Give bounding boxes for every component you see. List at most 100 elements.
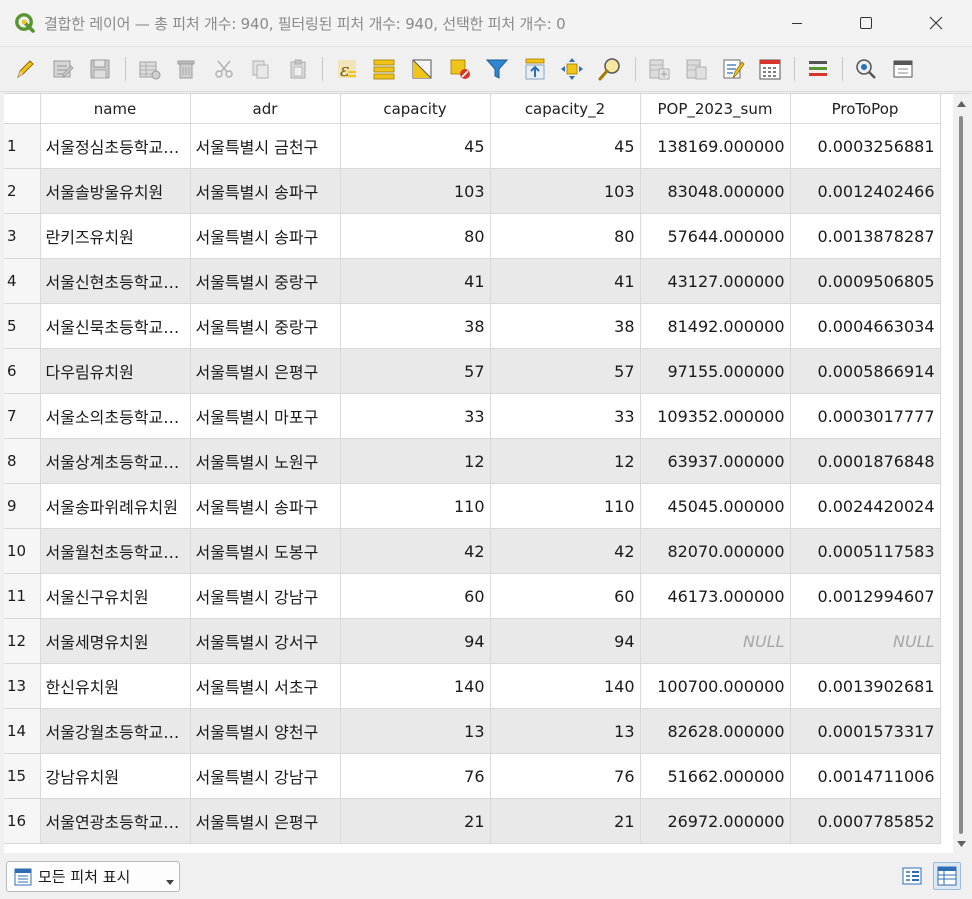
minimize-button[interactable] — [762, 0, 832, 46]
cell-name[interactable]: 서울정심초등학교병설유치원 — [40, 123, 191, 169]
row-number[interactable]: 3 — [4, 213, 41, 259]
row-number[interactable]: 12 — [4, 618, 41, 664]
cell-adr[interactable]: 서울특별시 은평구 — [190, 798, 341, 844]
cell-adr[interactable]: 서울특별시 양천구 — [190, 708, 341, 754]
cell-capacity-2[interactable]: 57 — [490, 348, 641, 394]
table-row[interactable]: 1서울정심초등학교병설유치원서울특별시 금천구4545138169.000000… — [4, 123, 941, 169]
cell-adr[interactable]: 서울특별시 송파구 — [190, 483, 341, 529]
table-row[interactable]: 14서울강월초등학교병설유치원서울특별시 양천구131382628.000000… — [4, 708, 941, 754]
cell-protopop[interactable]: 0.0007785852 — [790, 798, 941, 844]
cell-capacity[interactable]: 57 — [340, 348, 491, 394]
cell-protopop[interactable]: 0.0012994607 — [790, 573, 941, 619]
cell-capacity-2[interactable]: 80 — [490, 213, 641, 259]
cell-adr[interactable]: 서울특별시 마포구 — [190, 393, 341, 439]
column-header-pop-2023-sum[interactable]: POP_2023_sum — [640, 94, 791, 124]
cell-protopop[interactable]: NULL — [790, 618, 941, 664]
cell-pop-2023-sum[interactable]: 100700.000000 — [640, 663, 791, 709]
cell-capacity-2[interactable]: 110 — [490, 483, 641, 529]
cell-pop-2023-sum[interactable]: 82070.000000 — [640, 528, 791, 574]
cell-pop-2023-sum[interactable]: 43127.000000 — [640, 258, 791, 304]
cell-name[interactable]: 강남유치원 — [40, 753, 191, 799]
vertical-scrollbar[interactable] — [953, 94, 970, 854]
cell-adr[interactable]: 서울특별시 중랑구 — [190, 258, 341, 304]
cell-protopop[interactable]: 0.0003256881 — [790, 123, 941, 169]
filter-select-button[interactable] — [483, 55, 511, 83]
table-row[interactable]: 9 서울송파위례유치원 서울특별시 송파구 110 110 45045.000000 0.0… — [4, 483, 941, 529]
zoom-to-selected-button[interactable] — [596, 55, 624, 83]
cell-adr[interactable]: 서울특별시 강서구 — [190, 618, 341, 664]
attribute-table[interactable]: name adr capacity capacity_2 POP_2023_su… — [4, 93, 970, 854]
pan-to-selected-button[interactable] — [558, 55, 586, 83]
dock-table-button[interactable] — [889, 55, 917, 83]
cell-capacity[interactable]: 80 — [340, 213, 491, 259]
cell-capacity-2[interactable]: 94 — [490, 618, 641, 664]
cell-name[interactable]: 다우림유치원 — [40, 348, 191, 394]
cell-capacity[interactable]: 21 — [340, 798, 491, 844]
cell-pop-2023-sum[interactable]: 81492.000000 — [640, 303, 791, 349]
row-number[interactable]: 5 — [4, 303, 41, 349]
column-header-adr[interactable]: adr — [190, 94, 341, 124]
paste-features-button[interactable] — [284, 55, 312, 83]
table-row[interactable]: 2 서울솔방울유치원 서울특별시 송파구 103 103 83048.000000 0.00… — [4, 168, 941, 214]
cell-adr[interactable]: 서울특별시 은평구 — [190, 348, 341, 394]
column-header-capacity[interactable]: capacity — [340, 94, 491, 124]
toggle-multi-edit-button[interactable] — [49, 55, 77, 83]
select-all-button[interactable] — [370, 55, 398, 83]
table-row[interactable]: 11 서울신구유치원 서울특별시 강남구 60 60 46173.000000 0.0012… — [4, 573, 941, 619]
cell-pop-2023-sum[interactable]: 109352.000000 — [640, 393, 791, 439]
cell-capacity[interactable]: 94 — [340, 618, 491, 664]
cell-capacity-2[interactable]: 42 — [490, 528, 641, 574]
form-view-button[interactable] — [898, 862, 926, 890]
table-row[interactable]: 16서울연광초등학교병설유치원서울특별시 은평구212126972.000000… — [4, 798, 941, 844]
copy-features-button[interactable] — [246, 55, 274, 83]
cell-pop-2023-sum[interactable]: 63937.000000 — [640, 438, 791, 484]
cell-name[interactable]: 서울신구유치원 — [40, 573, 191, 619]
cell-adr[interactable]: 서울특별시 강남구 — [190, 573, 341, 619]
table-row[interactable]: 3 란키즈유치원 서울특별시 송파구 80 80 57644.000000 0.001387… — [4, 213, 941, 259]
save-edits-button[interactable] — [86, 55, 114, 83]
table-view-button[interactable] — [933, 862, 961, 890]
row-number[interactable]: 14 — [4, 708, 41, 754]
scroll-up-icon[interactable] — [956, 100, 967, 108]
conditional-formatting-button[interactable] — [804, 55, 832, 83]
cell-adr[interactable]: 서울특별시 송파구 — [190, 213, 341, 259]
cell-name[interactable]: 서울솔방울유치원 — [40, 168, 191, 214]
cell-capacity[interactable]: 45 — [340, 123, 491, 169]
row-number[interactable]: 11 — [4, 573, 41, 619]
delete-field-button[interactable] — [682, 55, 710, 83]
cell-adr[interactable]: 서울특별시 노원구 — [190, 438, 341, 484]
cell-protopop[interactable]: 0.0012402466 — [790, 168, 941, 214]
reload-table-button[interactable] — [136, 55, 164, 83]
cell-capacity[interactable]: 12 — [340, 438, 491, 484]
cell-capacity[interactable]: 33 — [340, 393, 491, 439]
cell-protopop[interactable]: 0.0005866914 — [790, 348, 941, 394]
table-row[interactable]: 7서울소의초등학교병설유치원서울특별시 마포구3333109352.000000… — [4, 393, 941, 439]
cell-adr[interactable]: 서울특별시 서초구 — [190, 663, 341, 709]
cell-capacity[interactable]: 13 — [340, 708, 491, 754]
cell-capacity[interactable]: 110 — [340, 483, 491, 529]
cell-capacity-2[interactable]: 12 — [490, 438, 641, 484]
cell-capacity[interactable]: 41 — [340, 258, 491, 304]
cell-pop-2023-sum[interactable]: 83048.000000 — [640, 168, 791, 214]
cell-name[interactable]: 서울소의초등학교병설유치원 — [40, 393, 191, 439]
row-number[interactable]: 10 — [4, 528, 41, 574]
table-row[interactable]: 4서울신현초등학교병설유치원서울특별시 중랑구414143127.0000000… — [4, 258, 941, 304]
cell-capacity-2[interactable]: 45 — [490, 123, 641, 169]
cell-capacity-2[interactable]: 41 — [490, 258, 641, 304]
move-selection-top-button[interactable] — [521, 55, 549, 83]
row-number[interactable]: 4 — [4, 258, 41, 304]
cell-pop-2023-sum[interactable]: NULL — [640, 618, 791, 664]
cut-features-button[interactable] — [210, 55, 238, 83]
feature-filter-dropdown[interactable]: 모든 피처 표시 — [6, 861, 180, 892]
cell-capacity[interactable]: 140 — [340, 663, 491, 709]
row-number[interactable]: 15 — [4, 753, 41, 799]
column-header-protopop[interactable]: ProToPop — [790, 94, 941, 124]
cell-capacity[interactable]: 42 — [340, 528, 491, 574]
open-calculator-button[interactable] — [756, 55, 784, 83]
maximize-button[interactable] — [831, 0, 901, 46]
cell-protopop[interactable]: 0.0001573317 — [790, 708, 941, 754]
cell-capacity-2[interactable]: 60 — [490, 573, 641, 619]
row-number[interactable]: 16 — [4, 798, 41, 844]
cell-capacity[interactable]: 103 — [340, 168, 491, 214]
row-number[interactable]: 13 — [4, 663, 41, 709]
